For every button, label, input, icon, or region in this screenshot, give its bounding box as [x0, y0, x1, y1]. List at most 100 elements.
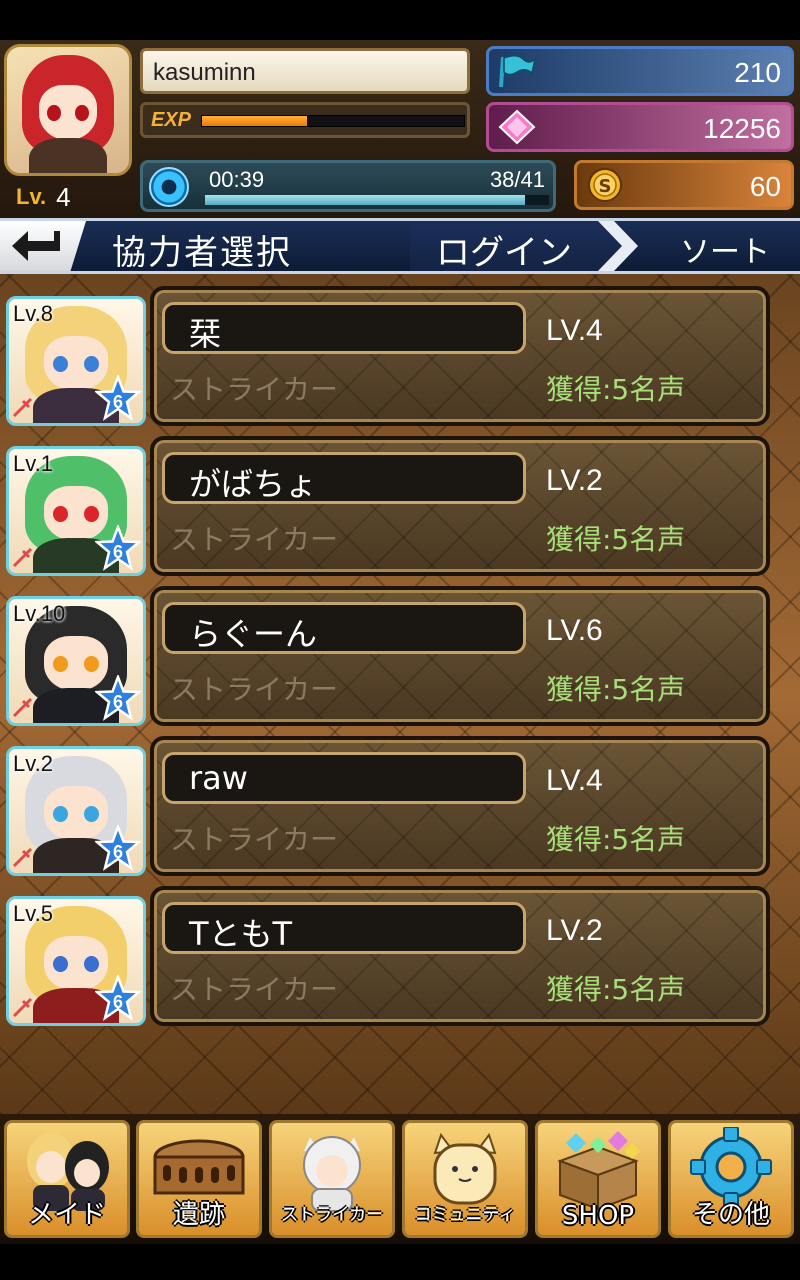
- helper-row[interactable]: Lv.1 6 がばちょ LV.2 ストライカー 獲得:5名声: [6, 436, 770, 576]
- menu-label: ストライカー: [281, 1205, 383, 1225]
- exp-fill: [202, 116, 307, 126]
- helper-info-panel[interactable]: らぐーん LV.6 ストライカー 獲得:5名声: [150, 586, 770, 726]
- player-name: kasuminn: [140, 48, 470, 94]
- helper-level: LV.6: [546, 614, 603, 647]
- stamina-count: 38/41: [489, 167, 545, 192]
- helper-row[interactable]: Lv.10 6 らぐーん LV.6 ストライカー 獲得:5名声: [6, 586, 770, 726]
- exp-track: [201, 115, 465, 127]
- player-level-value: 4: [56, 181, 71, 212]
- community-icon: [433, 1132, 497, 1205]
- helper-info-panel[interactable]: 栞 LV.4 ストライカー 獲得:5名声: [150, 286, 770, 426]
- menu-label: メイド: [27, 1200, 106, 1230]
- menu-button-striker[interactable]: ストライカー: [269, 1120, 395, 1238]
- weapon-type-icon: [12, 547, 33, 568]
- back-button[interactable]: [0, 221, 86, 271]
- helper-class: ストライカー: [170, 973, 339, 1006]
- flag-counter: 210: [486, 46, 794, 96]
- player-avatar[interactable]: [4, 44, 132, 176]
- rarity-star-icon: 6: [93, 523, 143, 571]
- flag-icon: [499, 55, 537, 88]
- shop-icon: [557, 1131, 640, 1211]
- helper-name: がばちょ: [162, 452, 526, 504]
- helper-reward: 獲得:5名声: [546, 673, 686, 706]
- helper-name: raw: [162, 752, 526, 804]
- status-header: Lv. 4 kasuminn EXP 00:39 38/41 210 12256…: [0, 40, 800, 218]
- menu-label: SHOP: [561, 1201, 635, 1231]
- menu-label: コミュニティ: [414, 1205, 516, 1225]
- helper-row[interactable]: Lv.2 6 raw LV.4 ストライカー 獲得:5名声: [6, 736, 770, 876]
- gem-icon: [498, 109, 536, 145]
- exp-label: EXP: [151, 109, 192, 131]
- rarity-star-icon: 6: [93, 373, 143, 421]
- rarity-value: 6: [113, 692, 123, 712]
- stamina-timer: 00:39: [209, 167, 265, 192]
- menu-label: 遺跡: [172, 1200, 225, 1230]
- helper-info-panel[interactable]: がばちょ LV.2 ストライカー 獲得:5名声: [150, 436, 770, 576]
- helper-reward: 獲得:5名声: [546, 973, 686, 1006]
- game-screen: Lv. 4 kasuminn EXP 00:39 38/41 210 12256…: [0, 0, 800, 1280]
- helper-row[interactable]: Lv.8 6 栞 LV.4 ストライカー 獲得:5名声: [6, 286, 770, 426]
- menu-button-other[interactable]: その他: [668, 1120, 794, 1238]
- helper-thumbnail[interactable]: Lv.8 6: [6, 296, 146, 426]
- helper-thumbnail[interactable]: Lv.5 6: [6, 896, 146, 1026]
- rarity-value: 6: [113, 842, 123, 862]
- menu-label: その他: [691, 1200, 770, 1230]
- player-level-label: Lv.: [16, 184, 47, 209]
- helper-thumb-level: Lv.5: [13, 901, 53, 926]
- helper-row[interactable]: Lv.5 6 TともT LV.2 ストライカー 獲得:5名声: [6, 886, 770, 1026]
- login-tab[interactable]: ログイン: [410, 221, 630, 271]
- coin-icon: S: [588, 168, 622, 202]
- helper-thumb-level: Lv.10: [13, 601, 66, 626]
- rarity-star-icon: 6: [93, 673, 143, 721]
- helper-thumb-level: Lv.1: [13, 451, 53, 476]
- stamina-track: [205, 195, 549, 205]
- screen-title: 協力者選択: [112, 233, 292, 273]
- helper-list[interactable]: Lv.8 6 栞 LV.4 ストライカー 獲得:5名声 Lv.1 6 がばちょ …: [0, 274, 800, 1114]
- menu-button-ruins[interactable]: 遺跡: [136, 1120, 262, 1238]
- gem-counter[interactable]: 12256: [486, 102, 794, 152]
- helper-class: ストライカー: [170, 523, 339, 556]
- menu-button-maid[interactable]: メイド: [4, 1120, 130, 1238]
- helper-class: ストライカー: [170, 673, 339, 706]
- flag-count: 210: [734, 57, 781, 88]
- helper-info-panel[interactable]: raw LV.4 ストライカー 獲得:5名声: [150, 736, 770, 876]
- rarity-star-icon: 6: [93, 973, 143, 1021]
- helper-name: らぐーん: [162, 602, 526, 654]
- weapon-type-icon: [12, 397, 33, 418]
- exp-bar: EXP: [140, 102, 470, 138]
- helper-level: LV.2: [546, 914, 603, 947]
- helper-class: ストライカー: [170, 823, 339, 856]
- helper-thumbnail[interactable]: Lv.10 6: [6, 596, 146, 726]
- back-arrow-icon: [12, 231, 60, 261]
- coin-count: 60: [749, 171, 781, 202]
- helper-level: LV.4: [546, 314, 603, 347]
- rarity-star-icon: 6: [93, 823, 143, 871]
- svg-text:S: S: [599, 176, 612, 197]
- menu-button-shop[interactable]: SHOP: [535, 1120, 661, 1238]
- helper-thumb-level: Lv.2: [13, 751, 53, 776]
- helper-name: TともT: [162, 902, 526, 954]
- menu-button-community[interactable]: コミュニティ: [402, 1120, 528, 1238]
- helper-thumbnail[interactable]: Lv.2 6: [6, 746, 146, 876]
- bottom-menu: メイド 遺跡 ストライカー コミュニティ SHOP その他: [0, 1114, 800, 1244]
- stamina-bar: 00:39 38/41: [140, 160, 556, 212]
- helper-thumbnail[interactable]: Lv.1 6: [6, 446, 146, 576]
- login-tab-label: ログイン: [436, 233, 572, 273]
- helper-thumb-level: Lv.8: [13, 301, 53, 326]
- helper-level: LV.2: [546, 464, 603, 497]
- avatar-portrait: [7, 47, 129, 173]
- helper-reward: 獲得:5名声: [546, 373, 686, 406]
- title-bar: 協力者選択 ログイン ソート: [0, 218, 800, 274]
- helper-info-panel[interactable]: TともT LV.2 ストライカー 獲得:5名声: [150, 886, 770, 1026]
- helper-class: ストライカー: [170, 373, 339, 406]
- weapon-type-icon: [12, 847, 33, 868]
- gem-count: 12256: [703, 113, 781, 144]
- weapon-type-icon: [12, 997, 33, 1018]
- rarity-value: 6: [113, 392, 123, 412]
- stamina-orb-icon: [149, 167, 189, 207]
- coin-counter: S 60: [574, 160, 794, 210]
- stamina-fill: [205, 195, 525, 205]
- helper-name: 栞: [162, 302, 526, 354]
- sort-button-label: ソート: [680, 235, 770, 270]
- sort-button[interactable]: ソート: [640, 221, 800, 271]
